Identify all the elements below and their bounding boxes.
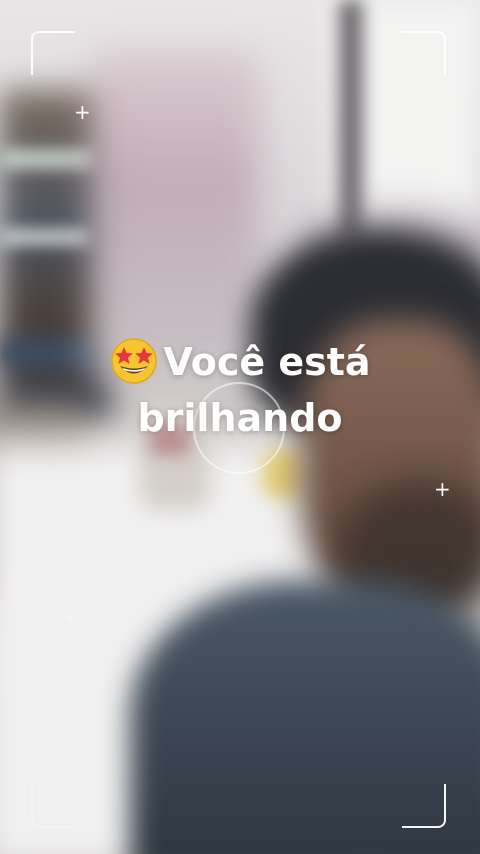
effect-caption: Você está brilhando — [0, 334, 480, 446]
frame-corner-bottom-left — [31, 784, 75, 828]
caption-text-line-2: brilhando — [137, 396, 343, 440]
crosshair-plus-icon: + — [434, 477, 451, 501]
caption-text-line-1: Você está — [163, 340, 371, 384]
frame-corner-top-right — [402, 31, 446, 75]
caption-line-1: Você está — [0, 334, 480, 390]
crosshair-plus-icon: + — [74, 100, 91, 124]
crosshair-plus-icon: + — [64, 610, 76, 626]
camera-viewfinder: + + + Você está brilhando — [0, 0, 480, 854]
frame-corner-top-left — [31, 31, 75, 75]
frame-corner-bottom-right — [402, 784, 446, 828]
star-struck-emoji-icon — [111, 338, 158, 384]
